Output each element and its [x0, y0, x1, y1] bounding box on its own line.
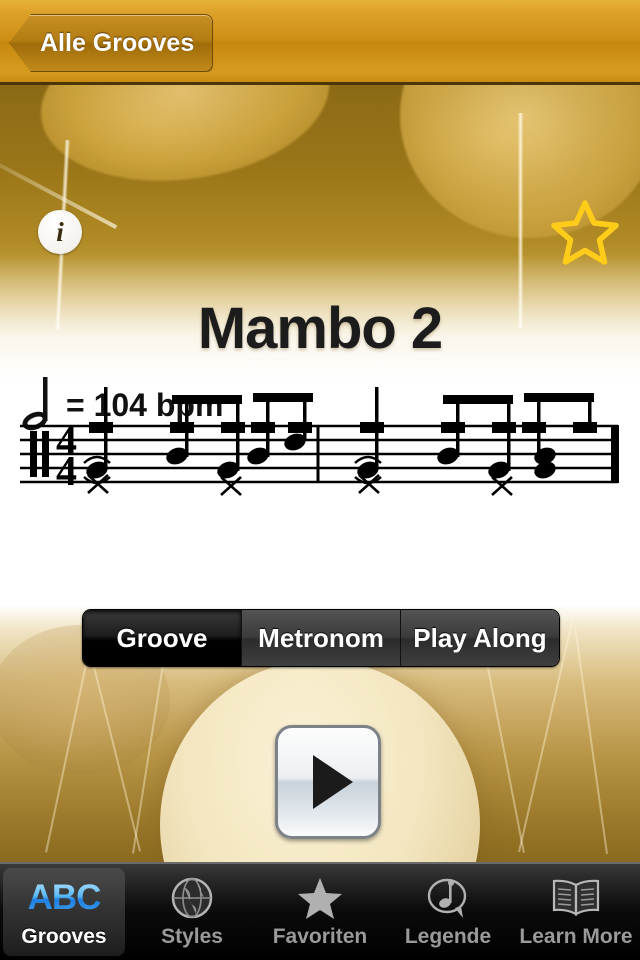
- tab-learn-more[interactable]: Learn More: [515, 868, 637, 956]
- segment-metronom-label: Metronom: [258, 622, 384, 653]
- segment-groove[interactable]: Groove: [83, 610, 241, 666]
- mode-segmented-control[interactable]: Groove Metronom Play Along: [82, 609, 560, 667]
- tab-favoriten-label: Favoriten: [272, 925, 368, 948]
- star-outline-icon: [551, 200, 619, 265]
- segment-play-along[interactable]: Play Along: [400, 610, 559, 666]
- cymbal-left-decoration: [30, 85, 340, 199]
- abc-icon: ABC: [27, 878, 102, 917]
- note-bubble-icon: [425, 875, 471, 921]
- notation-staff: 4 4: [20, 387, 619, 496]
- svg-text:4: 4: [56, 449, 77, 495]
- tab-grooves-label: Grooves: [21, 925, 107, 948]
- drum-notation: 4 4: [0, 365, 640, 500]
- info-icon: i: [56, 216, 64, 247]
- play-button[interactable]: [275, 725, 381, 839]
- tab-grooves[interactable]: ABC Grooves: [3, 868, 125, 956]
- tab-bar: ABC Grooves Styles Favoriten Legende Lea…: [0, 862, 640, 960]
- tab-styles[interactable]: Styles: [131, 868, 253, 956]
- back-button-label: Alle Grooves: [40, 28, 195, 57]
- back-button[interactable]: Alle Grooves: [9, 14, 214, 72]
- book-icon: [550, 875, 602, 921]
- tab-legende-label: Legende: [404, 925, 492, 948]
- segment-metronom[interactable]: Metronom: [241, 610, 400, 666]
- star-icon: [297, 875, 343, 921]
- app-screen: Alle Grooves i Mambo 2 = 104 bpm 4 4 Gro…: [0, 0, 640, 960]
- segment-play-along-label: Play Along: [413, 622, 547, 653]
- tab-legende[interactable]: Legende: [387, 868, 509, 956]
- page-title: Mambo 2: [197, 296, 443, 361]
- tab-styles-label: Styles: [161, 925, 223, 948]
- globe-icon: [170, 875, 214, 921]
- hero-section: i Mambo 2 = 104 bpm: [0, 85, 640, 605]
- segment-groove-label: Groove: [116, 622, 208, 653]
- tab-favoriten[interactable]: Favoriten: [259, 868, 381, 956]
- info-button[interactable]: i: [38, 210, 82, 254]
- navigation-bar: Alle Grooves: [0, 0, 640, 85]
- favorite-toggle-button[interactable]: [550, 197, 620, 267]
- tab-learn-more-label: Learn More: [519, 925, 633, 948]
- play-icon: [312, 755, 353, 809]
